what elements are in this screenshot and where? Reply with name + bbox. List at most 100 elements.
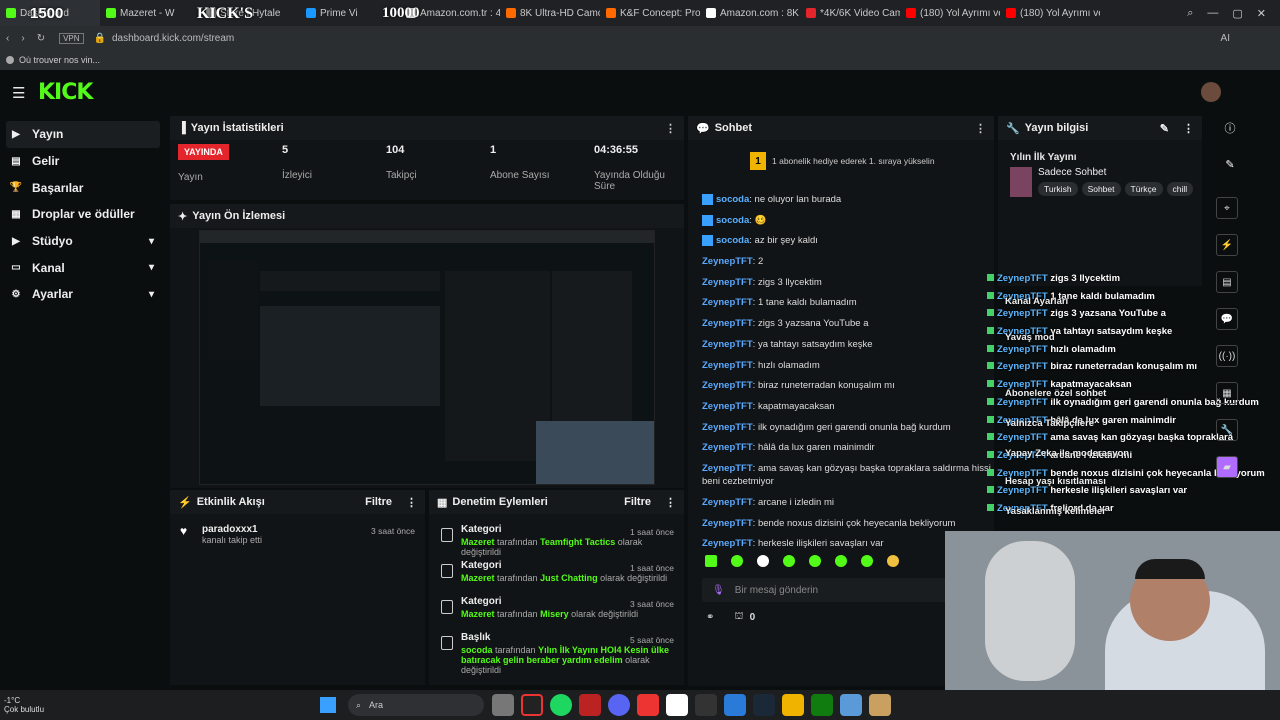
overlay-setting-item[interactable]: Kanal Ayarları <box>1005 296 1200 307</box>
tag-pill[interactable]: Türkçe <box>1124 182 1163 196</box>
chat-username[interactable]: socoda <box>716 215 749 226</box>
chat-username[interactable]: ZeynepTFT <box>702 297 753 308</box>
tag-pill[interactable]: Sohbet <box>1081 182 1121 196</box>
app-icon[interactable] <box>782 694 804 716</box>
steam-icon[interactable] <box>753 694 775 716</box>
overlay-setting-item[interactable]: Hesap yaşı kısıtlaması <box>1005 476 1200 487</box>
more-icon[interactable]: ⋮ <box>665 122 676 135</box>
chat-username[interactable]: ZeynepTFT <box>702 318 753 329</box>
url-field[interactable]: dashboard.kick.com/stream <box>112 33 234 44</box>
sidebar-item-gear[interactable]: ⚙ Ayarlar ▾ <box>0 281 166 308</box>
close-icon[interactable]: ✕ <box>1257 7 1266 20</box>
browser-tab[interactable]: Amazon.com : 8K <box>700 0 800 26</box>
tag-pill[interactable]: chill <box>1166 182 1194 196</box>
avatar[interactable] <box>1201 82 1221 102</box>
browser-tab[interactable]: 8K Ultra-HD Camc <box>500 0 600 26</box>
chat-username[interactable]: ZeynepTFT <box>702 360 753 371</box>
chat-username[interactable]: ZeynepTFT <box>702 256 753 267</box>
store-icon[interactable] <box>666 694 688 716</box>
edit-icon[interactable]: ✎ <box>1215 158 1245 171</box>
flag-icon[interactable]: ▰ <box>1216 456 1238 478</box>
spotify-icon[interactable] <box>550 694 572 716</box>
chat-username[interactable]: ZeynepTFT <box>702 497 753 508</box>
chevron-down-icon[interactable]: ▾ <box>149 236 154 247</box>
browser-tab[interactable]: *4K/6K Video Cam <box>800 0 900 26</box>
forward-icon[interactable]: › <box>21 33 24 44</box>
app-icon[interactable] <box>637 694 659 716</box>
gallery-icon[interactable]: ▦ <box>1216 382 1238 404</box>
xbox-icon[interactable] <box>811 694 833 716</box>
discord-icon[interactable] <box>608 694 630 716</box>
windows-start-icon[interactable] <box>320 697 336 713</box>
epic-icon[interactable] <box>695 694 717 716</box>
stream-preview-video[interactable] <box>199 230 655 485</box>
overlay-setting-item[interactable]: Yapay Zeka ile moderasyon <box>1005 448 1200 459</box>
document-icon[interactable]: ▤ <box>1216 271 1238 293</box>
app-icon[interactable] <box>869 694 891 716</box>
overlay-setting-item[interactable]: Yavaş mod <box>1005 332 1200 343</box>
chevron-down-icon[interactable]: ▾ <box>149 262 154 273</box>
chat-username[interactable]: ZeynepTFT <box>702 442 753 453</box>
browser-tab[interactable]: (180) Yol Ayrımı ve <box>900 0 1000 26</box>
chat-input[interactable]: 🎙 Bir mesaj gönderin <box>702 578 986 602</box>
search-tabs-icon[interactable]: ⌕ <box>1187 7 1193 20</box>
chat-username[interactable]: ZeynepTFT <box>702 380 753 391</box>
chat-username[interactable]: ZeynepTFT <box>702 463 753 474</box>
overlay-setting-item[interactable]: Yalnızca Takipçilere <box>1005 418 1200 429</box>
lightning-icon[interactable]: ⚡ <box>1216 234 1238 256</box>
sidebar-item-money[interactable]: ▤ Gelir <box>0 148 166 175</box>
back-icon[interactable]: ‹ <box>6 33 9 44</box>
menu-icon[interactable]: ☰ <box>12 84 25 102</box>
sidebar-item-studio[interactable]: ▶ Stüdyo ▾ <box>0 228 166 255</box>
browser-tab[interactable]: Mazeret - W <box>100 0 200 26</box>
chevron-down-icon[interactable]: ▾ <box>149 289 154 300</box>
sidebar-item-trophy[interactable]: 🏆 Başarılar <box>0 174 166 201</box>
emote-icon[interactable] <box>705 555 717 567</box>
kick-logo[interactable]: KICK <box>38 80 93 105</box>
more-icon[interactable]: ⋮ <box>406 496 417 509</box>
emote-icon[interactable] <box>809 555 821 567</box>
capture-icon[interactable]: ⌖ <box>1216 197 1238 219</box>
chat-username[interactable]: ZeynepTFT <box>702 401 753 412</box>
emote-icon[interactable] <box>731 555 743 567</box>
tools-icon[interactable]: 🔧 <box>1216 419 1238 441</box>
more-icon[interactable]: ⋮ <box>665 496 676 509</box>
file-app-icon[interactable] <box>492 694 514 716</box>
app-icon[interactable] <box>724 694 746 716</box>
browser-tab[interactable]: (180) Yol Ayrımı ve <box>1000 0 1100 26</box>
minimize-icon[interactable]: — <box>1207 7 1218 20</box>
sidebar-item-stream[interactable]: ▶ Yayın <box>6 121 160 148</box>
chat-bubble-icon[interactable]: 💬 <box>1216 308 1238 330</box>
app-icon[interactable] <box>840 694 862 716</box>
gift-banner[interactable]: 1 1 abonelik hediye ederek 1. sıraya yük… <box>688 140 994 182</box>
emote-icon[interactable] <box>783 555 795 567</box>
overlay-setting-item[interactable]: Yasaklanmış kelimeler <box>1005 506 1200 517</box>
vpn-badge[interactable]: VPN <box>59 32 84 44</box>
emote-icon[interactable] <box>887 555 899 567</box>
emote-icon[interactable] <box>835 555 847 567</box>
chat-username[interactable]: ZeynepTFT <box>702 422 753 433</box>
info-icon[interactable]: ⓘ <box>1215 120 1245 136</box>
activity-filter[interactable]: Filtre <box>365 496 392 508</box>
chat-username[interactable]: ZeynepTFT <box>702 277 753 288</box>
tag-pill[interactable]: Turkish <box>1038 182 1078 196</box>
link-icon[interactable]: ⚭ <box>706 612 714 623</box>
browser-tab[interactable]: K&F Concept: Prof <box>600 0 700 26</box>
sidebar-item-channel[interactable]: ▭ Kanal ▾ <box>0 254 166 281</box>
overlay-setting-item[interactable]: Abonelere özel sohbet <box>1005 388 1200 399</box>
bookmark-item[interactable]: Où trouver nos vin... <box>19 55 100 65</box>
taskbar-search[interactable]: ⌕ Ara <box>348 694 484 716</box>
moderation-filter[interactable]: Filtre <box>624 496 651 508</box>
chat-username[interactable]: socoda <box>716 235 749 246</box>
active-app-icon[interactable] <box>579 694 601 716</box>
chat-username[interactable]: ZeynepTFT <box>702 538 753 549</box>
browser-app-icon[interactable] <box>521 694 543 716</box>
chat-username[interactable]: socoda <box>716 194 749 205</box>
category-name[interactable]: Sadece Sohbet <box>1038 167 1202 178</box>
reload-icon[interactable]: ↻ <box>37 33 45 44</box>
edit-icon[interactable]: ✎ <box>1160 122 1169 135</box>
emote-icon[interactable] <box>861 555 873 567</box>
chat-username[interactable]: ZeynepTFT <box>702 339 753 350</box>
more-icon[interactable]: ⋮ <box>1183 122 1194 135</box>
sidebar-item-gift[interactable]: ▦ Droplar ve ödüller <box>0 201 166 228</box>
